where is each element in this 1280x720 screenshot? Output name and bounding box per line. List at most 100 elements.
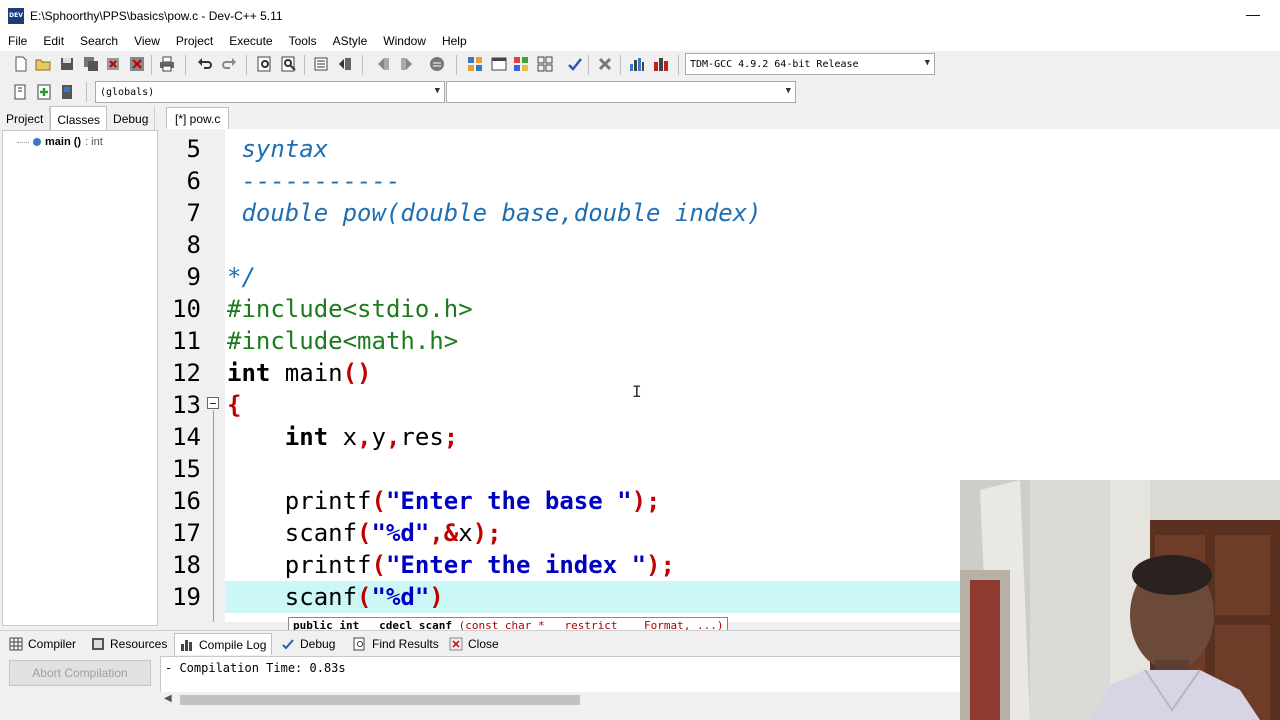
left-panel-tabs: Project Classes Debug — [0, 106, 160, 130]
close-file-icon[interactable] — [104, 55, 122, 73]
code-text: syntax — [227, 135, 329, 163]
left-panel: Project Classes Debug main () : int — [0, 106, 160, 626]
run-icon[interactable] — [536, 55, 554, 73]
code-line: 14 int x,y,res; — [163, 421, 1280, 453]
open-file-icon[interactable] — [34, 55, 52, 73]
line-number: 8 — [186, 231, 201, 259]
tab-compile-log[interactable]: Compile Log — [174, 633, 273, 655]
code-line: 9 */ — [163, 261, 1280, 293]
line-number: 15 — [172, 455, 201, 483]
menu-tools[interactable]: Tools — [281, 34, 325, 48]
check-icon — [281, 637, 295, 651]
close-icon — [449, 637, 463, 651]
redo-icon[interactable] — [220, 55, 238, 73]
replace-icon[interactable] — [280, 55, 298, 73]
profile-icon[interactable] — [628, 55, 646, 73]
devcpp-app-icon: DEV — [8, 7, 24, 24]
find-icon[interactable] — [256, 55, 274, 73]
find-icon — [353, 637, 367, 651]
menu-view[interactable]: View — [126, 34, 168, 48]
compiler-select-value: TDM-GCC 4.9.2 64-bit Release — [690, 58, 859, 70]
save-icon[interactable] — [58, 55, 76, 73]
horizontal-scrollbar[interactable]: ◀ — [160, 692, 960, 708]
project-grid-icon[interactable] — [466, 55, 484, 73]
line-number: 16 — [172, 487, 201, 515]
code-line: 8 — [163, 229, 1280, 261]
resources-icon — [91, 637, 105, 651]
line-number: 11 — [172, 327, 201, 355]
menu-search[interactable]: Search — [72, 34, 126, 48]
new-file-icon[interactable] — [12, 55, 30, 73]
tree-item-main[interactable]: main () : int — [17, 136, 103, 148]
menu-help[interactable]: Help — [434, 34, 475, 48]
indent-icon[interactable] — [312, 55, 330, 73]
fold-collapse-icon[interactable] — [207, 397, 219, 409]
tab-label: Compiler — [28, 637, 77, 651]
tab-classes[interactable]: Classes — [50, 106, 108, 130]
code-text: ----------- — [227, 167, 401, 195]
abort-compilation-button[interactable]: Abort Compilation — [9, 660, 151, 686]
window-icon[interactable] — [490, 55, 508, 73]
code-text: { — [227, 391, 242, 419]
code-line: 7 double pow(double base,double index) — [163, 197, 1280, 229]
tree-item-label: main () — [45, 136, 82, 148]
menu-file[interactable]: File — [0, 34, 35, 48]
line-number: 13 — [172, 391, 201, 419]
code-text: int x,y,res; — [284, 423, 459, 451]
tab-project[interactable]: Project — [0, 106, 51, 130]
code-text: #include<math.h> — [227, 327, 459, 355]
line-number: 18 — [172, 551, 201, 579]
print-icon[interactable] — [158, 55, 176, 73]
menu-bar: File Edit Search View Project Execute To… — [0, 31, 1280, 51]
tab-close[interactable]: Close — [444, 633, 504, 655]
menu-execute[interactable]: Execute — [221, 34, 280, 48]
close-all-icon[interactable] — [128, 55, 146, 73]
tab-debug[interactable]: Debug — [107, 106, 156, 130]
minimize-button[interactable]: — — [1246, 6, 1260, 22]
compile-run-icon[interactable] — [566, 55, 584, 73]
tree-connector — [17, 141, 29, 143]
undo-icon[interactable] — [196, 55, 214, 73]
webcam-image — [960, 480, 1280, 720]
save-all-icon[interactable] — [82, 55, 100, 73]
grid-icon — [9, 637, 23, 651]
member-select[interactable]: ▼ — [446, 81, 796, 103]
stop-icon[interactable] — [596, 55, 614, 73]
bookmark-prev-icon[interactable] — [374, 55, 392, 73]
goto-line-icon[interactable] — [428, 55, 446, 73]
debug-icon[interactable] — [652, 55, 670, 73]
code-text: scanf("%d",&x); — [227, 519, 502, 547]
unindent-icon[interactable] — [336, 55, 354, 73]
goto-bookmark-icon[interactable] — [58, 83, 76, 101]
code-line: 5 syntax — [163, 133, 1280, 165]
menu-astyle[interactable]: AStyle — [325, 34, 376, 48]
toggle-bookmark-icon[interactable] — [35, 83, 53, 101]
scrollbar-thumb[interactable] — [180, 695, 580, 705]
scroll-left-icon[interactable]: ◀ — [164, 693, 172, 704]
chevron-down-icon: ▼ — [434, 86, 440, 96]
tab-debug-bottom[interactable]: Debug — [276, 633, 340, 655]
scope-select[interactable]: (globals) ▼ — [95, 81, 445, 103]
code-line: 12 int main() — [163, 357, 1280, 389]
bookmark-next-icon[interactable] — [398, 55, 416, 73]
menu-edit[interactable]: Edit — [35, 34, 72, 48]
window-title: E:\Sphoorthy\PPS\basics\pow.c - Dev-C++ … — [30, 8, 283, 23]
menu-project[interactable]: Project — [168, 34, 221, 48]
tab-resources[interactable]: Resources — [86, 633, 172, 655]
tab-compiler[interactable]: Compiler — [4, 633, 81, 655]
webcam-overlay — [960, 480, 1280, 720]
compile-icon[interactable] — [512, 55, 530, 73]
menu-window[interactable]: Window — [375, 34, 434, 48]
code-line: 11 #include<math.h> — [163, 325, 1280, 357]
line-number: 7 — [186, 199, 201, 227]
chevron-down-icon: ▼ — [924, 58, 930, 68]
class-browser: main () : int — [2, 130, 158, 626]
function-icon — [33, 138, 41, 146]
compiler-select[interactable]: TDM-GCC 4.9.2 64-bit Release ▼ — [685, 53, 935, 75]
tab-pow-c[interactable]: [*] pow.c — [166, 107, 230, 129]
editor-tabs: [*] pow.c — [163, 106, 1280, 129]
tab-find-results[interactable]: Find Results — [348, 633, 444, 655]
tab-label: Find Results — [372, 637, 439, 651]
insert-icon[interactable] — [12, 83, 30, 101]
code-line: 10 #include<stdio.h> — [163, 293, 1280, 325]
